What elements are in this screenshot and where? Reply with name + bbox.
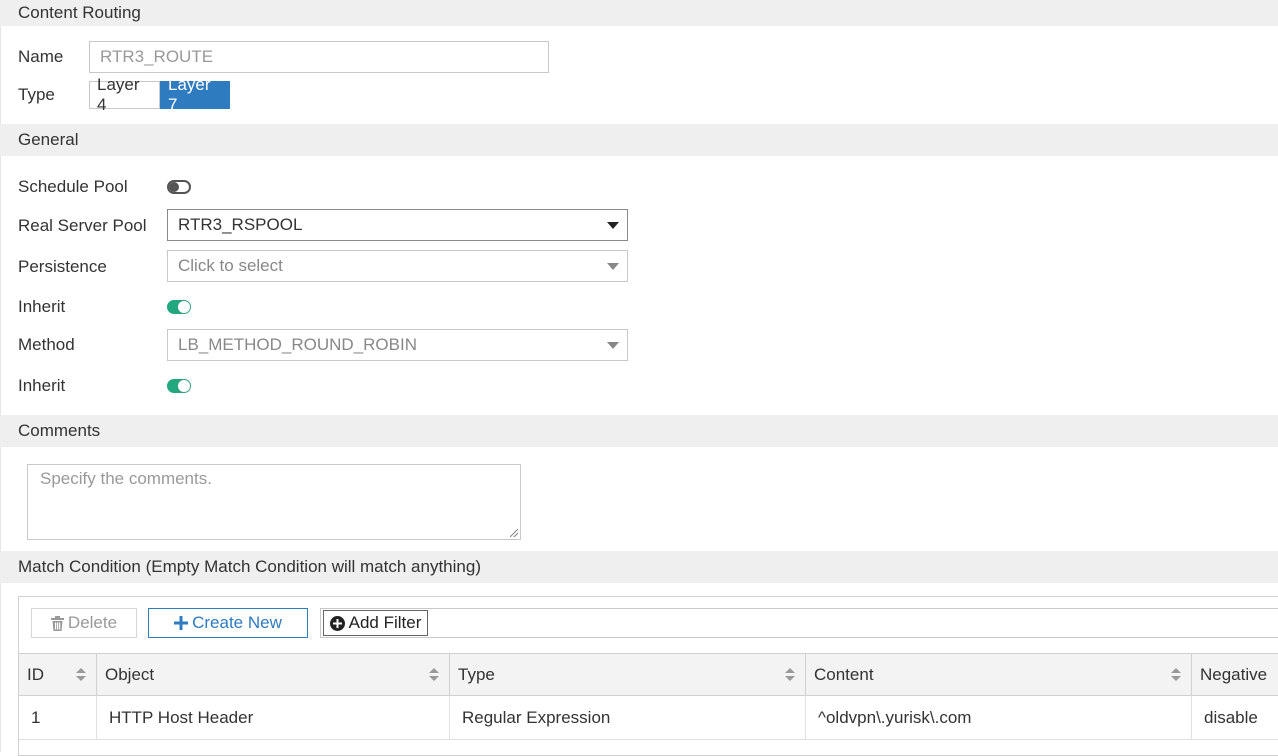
table-row[interactable]: 1 HTTP Host Header Regular Expression ^o… [19, 696, 1278, 740]
toggle-knob [178, 301, 190, 313]
sort-icon[interactable] [429, 668, 439, 682]
type-layer7-label: Layer 7 [168, 75, 211, 114]
name-label: Name [18, 47, 64, 66]
general-title: General [18, 130, 79, 149]
column-header-label: Content [814, 664, 874, 684]
type-layer4-label: Layer 4 [97, 75, 140, 114]
cell-negative: disable [1204, 707, 1258, 727]
column-header-label: ID [27, 664, 44, 684]
persistence-inherit-toggle[interactable] [167, 300, 191, 314]
cell-content: ^oldvpn\.yurisk\.com [806, 696, 1192, 739]
table-header: ID Object Type Content Negative [19, 653, 1278, 696]
add-filter-button[interactable]: Add Filter [323, 610, 428, 636]
column-header-label: Object [105, 664, 155, 684]
column-header-type[interactable]: Type [450, 654, 806, 695]
real-server-pool-label: Real Server Pool [18, 216, 147, 235]
name-field[interactable]: RTR3_ROUTE [89, 41, 549, 73]
chevron-down-icon [607, 222, 619, 229]
method-select[interactable]: LB_METHOD_ROUND_ROBIN [167, 329, 628, 361]
persistence-select[interactable]: Click to select [167, 250, 628, 282]
cell-type: Regular Expression [450, 696, 806, 739]
delete-button[interactable]: Delete [31, 608, 137, 638]
type-label: Type [18, 85, 55, 104]
match-condition-table-panel: Delete Create New Add Filter ID Object T… [18, 596, 1278, 756]
type-layer4-button[interactable]: Layer 4 [89, 75, 160, 114]
create-new-label: Create New [192, 613, 282, 632]
sort-icon[interactable] [1171, 668, 1181, 682]
schedule-pool-toggle[interactable] [167, 180, 191, 194]
delete-label: Delete [67, 613, 118, 632]
method-value: LB_METHOD_ROUND_ROBIN [178, 335, 417, 354]
add-filter-label: Add Filter [348, 613, 422, 632]
sort-icon[interactable] [785, 668, 795, 682]
create-new-button[interactable]: Create New [148, 608, 308, 638]
persistence-label: Persistence [18, 257, 107, 276]
trash-icon [50, 615, 64, 631]
cell-id: 1 [19, 696, 97, 739]
content-routing-header: Content Routing [0, 0, 1278, 26]
column-header-id[interactable]: ID [19, 654, 97, 695]
general-section-header: General [0, 124, 1278, 156]
column-header-content[interactable]: Content [806, 654, 1192, 695]
comments-title: Comments [18, 421, 101, 440]
type-layer7-button[interactable]: Layer 7 [160, 75, 230, 114]
persistence-placeholder: Click to select [178, 256, 283, 275]
match-condition-title: Match Condition (Empty Match Condition w… [18, 557, 481, 576]
filter-bar[interactable]: Add Filter [320, 608, 1278, 638]
comments-section-header: Comments [0, 415, 1278, 447]
real-server-pool-select[interactable]: RTR3_RSPOOL [167, 209, 628, 241]
resize-handle-icon[interactable] [510, 529, 518, 537]
chevron-down-icon [607, 263, 619, 270]
column-header-negative[interactable]: Negative [1192, 654, 1278, 695]
plus-icon [174, 616, 189, 630]
persistence-inherit-label: Inherit [18, 297, 66, 316]
comments-placeholder: Specify the comments. [40, 469, 212, 488]
name-value: RTR3_ROUTE [100, 47, 214, 66]
page-title: Content Routing [18, 3, 141, 22]
chevron-down-icon [607, 342, 619, 349]
cell-object: HTTP Host Header [97, 696, 450, 739]
toggle-knob [169, 182, 179, 192]
plus-circle-icon [329, 615, 345, 631]
column-header-label: Type [458, 664, 495, 684]
column-header-label: Negative [1200, 664, 1268, 684]
method-label: Method [18, 335, 75, 354]
method-inherit-toggle[interactable] [167, 379, 191, 393]
method-inherit-label: Inherit [18, 376, 66, 395]
toggle-knob [178, 380, 190, 392]
schedule-pool-label: Schedule Pool [18, 177, 128, 196]
column-header-object[interactable]: Object [97, 654, 450, 695]
match-condition-section-header: Match Condition (Empty Match Condition w… [0, 551, 1278, 583]
comments-textarea[interactable]: Specify the comments. [27, 464, 521, 540]
real-server-pool-value: RTR3_RSPOOL [178, 215, 303, 234]
sort-icon[interactable] [76, 668, 86, 682]
